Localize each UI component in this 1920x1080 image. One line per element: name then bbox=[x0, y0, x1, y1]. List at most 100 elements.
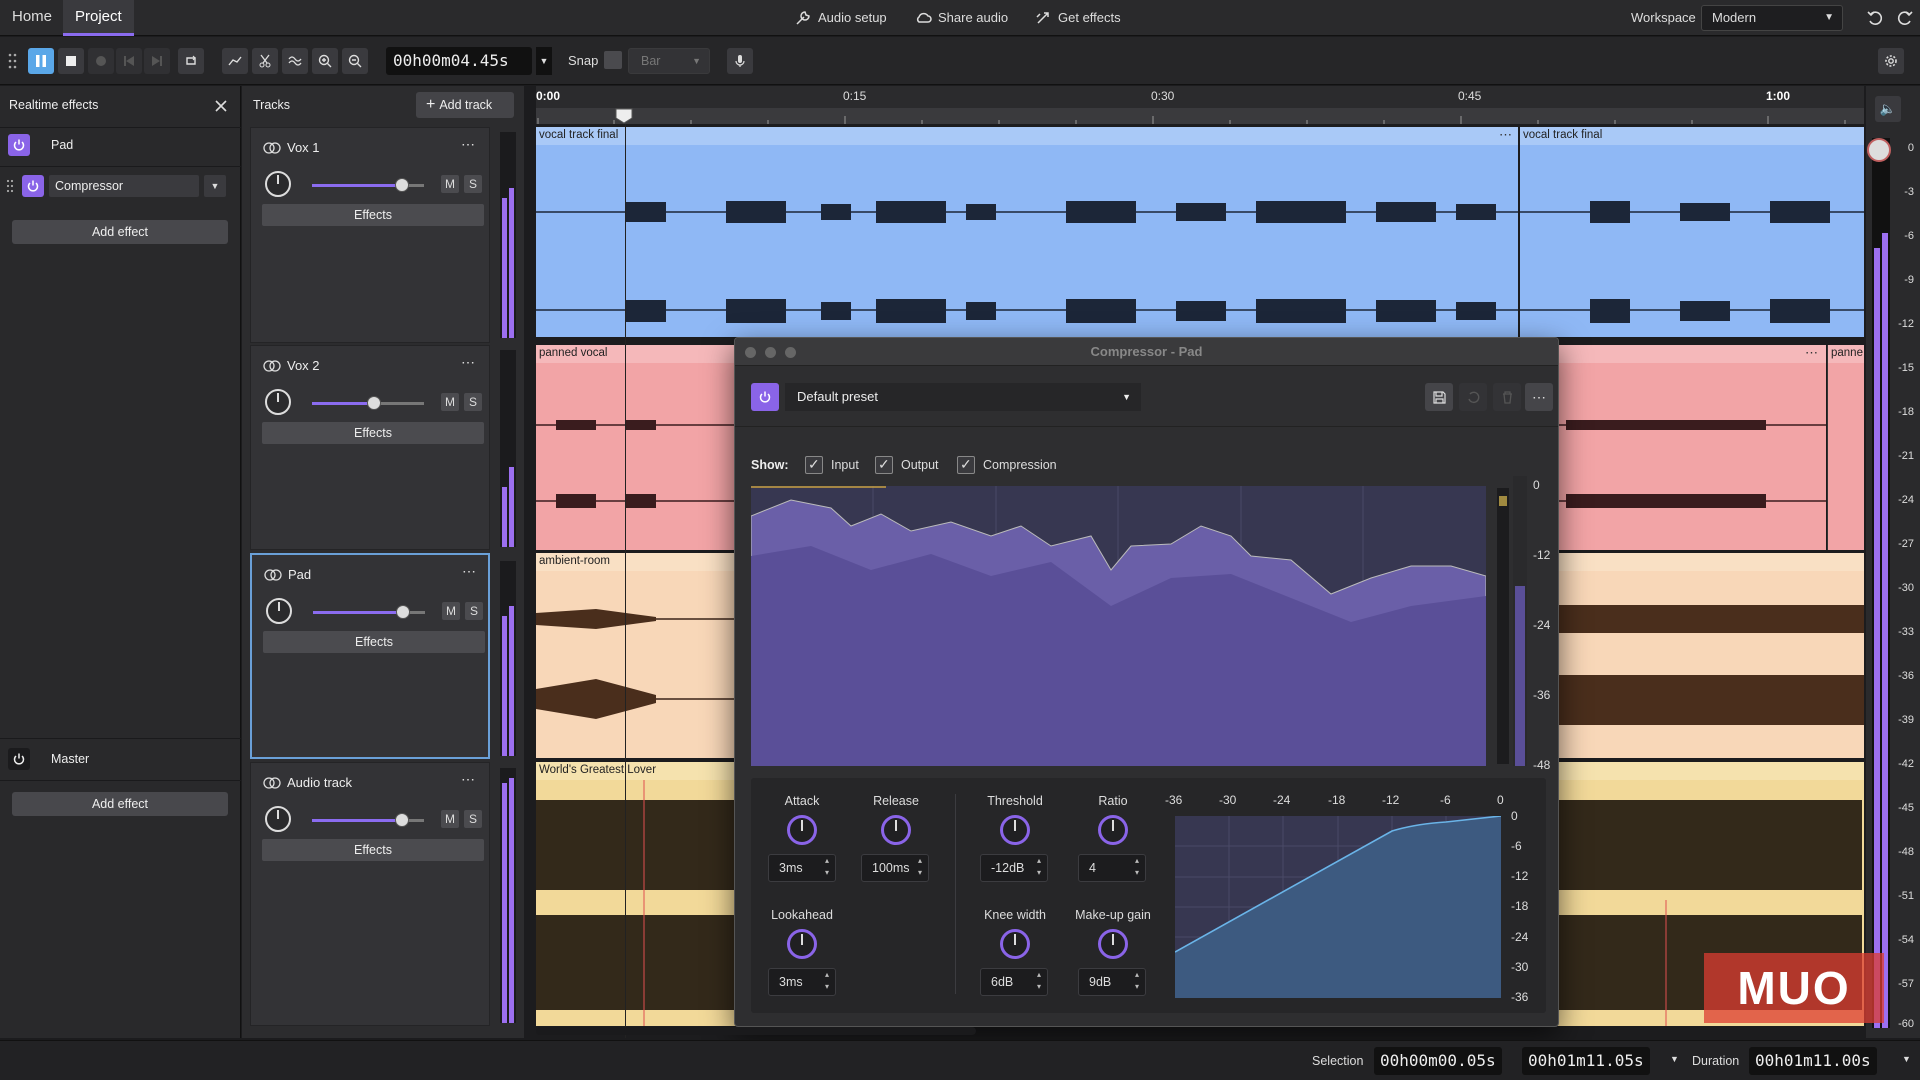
split-tool-button[interactable] bbox=[252, 48, 278, 74]
knee-width-knob[interactable] bbox=[1000, 929, 1030, 959]
timeline-scrollbar[interactable] bbox=[536, 1027, 976, 1035]
add-track-button[interactable]: + Add track bbox=[416, 92, 514, 118]
solo-button[interactable]: S bbox=[465, 602, 483, 620]
makeup-gain-input[interactable]: 9dB bbox=[1078, 968, 1146, 996]
gain-slider[interactable] bbox=[312, 396, 424, 410]
show-compression-checkbox[interactable] bbox=[957, 456, 975, 474]
track-header-pad[interactable]: Pad ⋯ M S Effects bbox=[250, 553, 490, 759]
show-input-checkbox[interactable] bbox=[805, 456, 823, 474]
track-effects-button[interactable]: Effects bbox=[262, 839, 484, 861]
clip-vocal-track-final-2[interactable]: vocal track final bbox=[1520, 127, 1864, 337]
clip-panned-vocal-2[interactable]: panne bbox=[1827, 345, 1864, 550]
track-menu-icon[interactable]: ⋯ bbox=[461, 136, 475, 153]
solo-button[interactable]: S bbox=[464, 393, 482, 411]
more-options-button[interactable]: ⋯ bbox=[1525, 383, 1553, 411]
mute-button[interactable]: M bbox=[442, 602, 460, 620]
clip-vocal-track-final-1[interactable]: vocal track final ⋯ bbox=[536, 127, 1518, 337]
audio-setup-button[interactable]: Audio setup bbox=[794, 8, 887, 28]
pan-knob[interactable] bbox=[265, 171, 291, 197]
drag-handle-icon[interactable] bbox=[8, 52, 18, 70]
effect-menu-dropdown[interactable]: ▼ bbox=[204, 175, 226, 197]
loop-button[interactable] bbox=[178, 48, 204, 74]
playhead-handle-icon[interactable] bbox=[615, 108, 633, 124]
pan-knob[interactable] bbox=[265, 806, 291, 832]
solo-button[interactable]: S bbox=[464, 810, 482, 828]
ratio-knob[interactable] bbox=[1098, 815, 1128, 845]
mic-button[interactable] bbox=[727, 48, 753, 74]
track-header-audio[interactable]: Audio track ⋯ M S Effects bbox=[250, 762, 490, 1026]
makeup-gain-knob[interactable] bbox=[1098, 929, 1128, 959]
pan-knob[interactable] bbox=[265, 389, 291, 415]
delete-preset-button[interactable] bbox=[1493, 383, 1521, 411]
compressor-power-button[interactable] bbox=[22, 175, 44, 197]
timeline-ruler[interactable]: 0:00 0:15 0:30 0:45 1:00 bbox=[536, 86, 1864, 124]
track-effects-button[interactable]: Effects bbox=[262, 422, 484, 444]
gain-slider[interactable] bbox=[313, 605, 425, 619]
close-icon[interactable] bbox=[214, 99, 228, 113]
clip-menu-icon[interactable]: ⋯ bbox=[1805, 345, 1818, 361]
redo-icon[interactable] bbox=[1896, 9, 1914, 27]
track-effects-button[interactable]: Effects bbox=[263, 631, 485, 653]
chevron-down-icon[interactable]: ▼ bbox=[1902, 1054, 1911, 1064]
track-menu-icon[interactable]: ⋯ bbox=[461, 354, 475, 371]
threshold-knob[interactable] bbox=[1000, 815, 1030, 845]
track-effects-button[interactable]: Effects bbox=[262, 204, 484, 226]
chevron-down-icon[interactable]: ▼ bbox=[1670, 1054, 1679, 1064]
drag-handle-icon[interactable] bbox=[6, 178, 14, 194]
attack-input[interactable]: 3ms bbox=[768, 854, 836, 882]
multi-tool-button[interactable] bbox=[282, 48, 308, 74]
lookahead-input[interactable]: 3ms bbox=[768, 968, 836, 996]
snap-checkbox[interactable] bbox=[604, 51, 622, 69]
record-button[interactable] bbox=[88, 48, 114, 74]
gain-slider[interactable] bbox=[312, 813, 424, 827]
save-preset-button[interactable] bbox=[1425, 383, 1453, 411]
release-input[interactable]: 100ms bbox=[861, 854, 929, 882]
track-menu-icon[interactable]: ⋯ bbox=[461, 771, 475, 788]
show-output-checkbox[interactable] bbox=[875, 456, 893, 474]
master-add-effect-button[interactable]: Add effect bbox=[12, 792, 228, 816]
preset-select[interactable]: Default preset ▼ bbox=[785, 383, 1141, 411]
compressor-effect-button[interactable]: Compressor bbox=[49, 175, 199, 197]
window-titlebar[interactable]: Compressor - Pad bbox=[735, 338, 1558, 366]
speaker-icon[interactable]: 🔈 bbox=[1875, 96, 1901, 122]
clip-menu-icon[interactable]: ⋯ bbox=[1499, 127, 1512, 143]
stop-button[interactable] bbox=[58, 48, 84, 74]
gain-slider[interactable] bbox=[312, 178, 424, 192]
threshold-input[interactable]: -12dB bbox=[980, 854, 1048, 882]
playback-timecode[interactable]: 00h00m04.45s bbox=[386, 47, 532, 75]
mute-button[interactable]: M bbox=[441, 393, 459, 411]
selection-start-timecode[interactable]: 00h00m00.05s bbox=[1374, 1047, 1502, 1075]
tab-project[interactable]: Project bbox=[63, 0, 134, 36]
compressor-enable-button[interactable] bbox=[751, 383, 779, 411]
skip-end-button[interactable] bbox=[144, 48, 170, 74]
zoom-in-button[interactable] bbox=[312, 48, 338, 74]
track-effects-power-button[interactable] bbox=[8, 134, 30, 156]
pan-knob[interactable] bbox=[266, 598, 292, 624]
lookahead-knob[interactable] bbox=[787, 929, 817, 959]
share-audio-button[interactable]: Share audio bbox=[914, 8, 1008, 28]
release-knob[interactable] bbox=[881, 815, 911, 845]
timecode-format-dropdown[interactable]: ▼ bbox=[536, 47, 552, 75]
settings-button[interactable] bbox=[1878, 48, 1904, 74]
duration-timecode[interactable]: 00h01m11.00s bbox=[1749, 1047, 1877, 1075]
master-volume-knob[interactable] bbox=[1867, 138, 1891, 162]
mute-button[interactable]: M bbox=[441, 810, 459, 828]
track-header-vox1[interactable]: Vox 1 ⋯ M S Effects bbox=[250, 127, 490, 343]
selection-end-timecode[interactable]: 00h01m11.05s bbox=[1522, 1047, 1650, 1075]
mute-button[interactable]: M bbox=[441, 175, 459, 193]
tab-home[interactable]: Home bbox=[0, 0, 64, 36]
track-header-vox2[interactable]: Vox 2 ⋯ M S Effects bbox=[250, 345, 490, 550]
master-power-button[interactable] bbox=[8, 748, 30, 770]
workspace-select[interactable]: Modern ▼ bbox=[1701, 5, 1843, 31]
snap-unit-select[interactable]: Bar ▼ bbox=[628, 48, 710, 74]
ratio-input[interactable]: 4 bbox=[1078, 854, 1146, 882]
add-effect-button[interactable]: Add effect bbox=[12, 220, 228, 244]
attack-knob[interactable] bbox=[787, 815, 817, 845]
get-effects-button[interactable]: Get effects bbox=[1034, 8, 1121, 28]
track-menu-icon[interactable]: ⋯ bbox=[462, 563, 476, 580]
envelope-tool-button[interactable] bbox=[222, 48, 248, 74]
solo-button[interactable]: S bbox=[464, 175, 482, 193]
skip-start-button[interactable] bbox=[116, 48, 142, 74]
pause-button[interactable] bbox=[28, 48, 54, 74]
knee-width-input[interactable]: 6dB bbox=[980, 968, 1048, 996]
